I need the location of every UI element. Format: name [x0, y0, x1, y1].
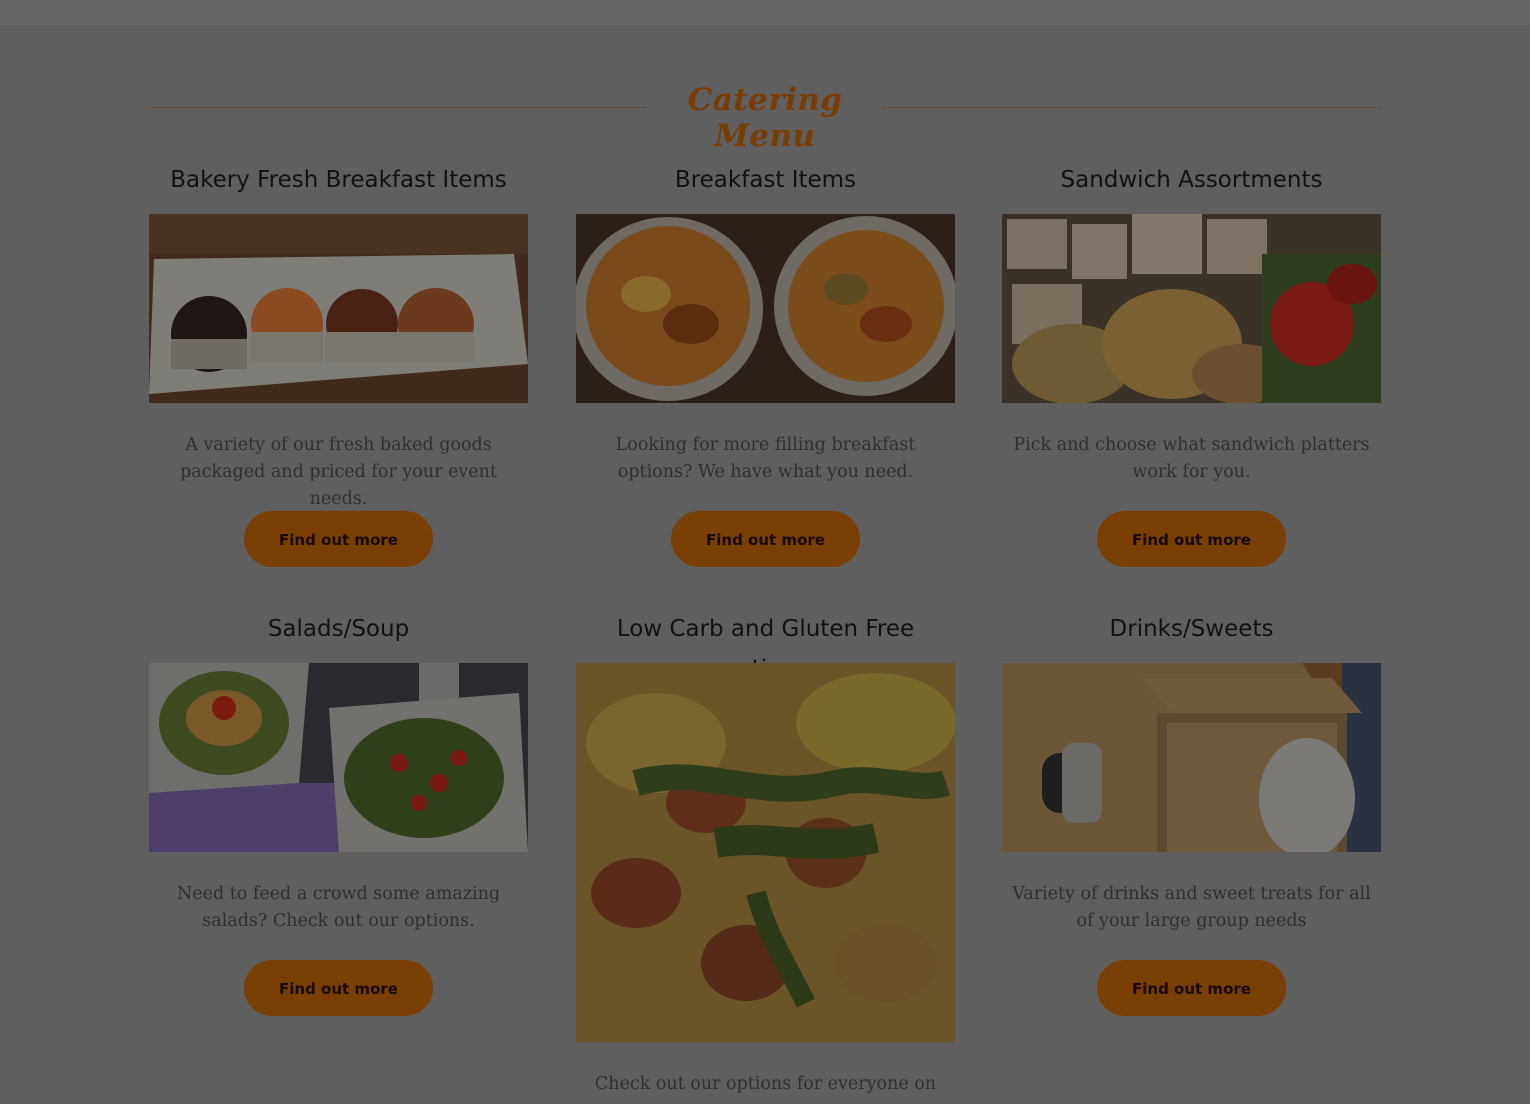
- sandwich-platter-photo: [1002, 214, 1381, 403]
- menu-card-salads: Salads/Soup Need to feed a crowd some am…: [149, 609, 528, 1016]
- menu-card-low-carb: Low Carb and Gluten Free options Check o…: [576, 609, 955, 1094]
- card-title: Low Carb and Gluten Free options: [616, 616, 915, 682]
- quiche-photo: [576, 214, 955, 403]
- card-title: Breakfast Items: [674, 167, 857, 193]
- card-title: Salads/Soup: [267, 616, 410, 642]
- find-out-more-button[interactable]: Find out more: [1097, 511, 1286, 567]
- card-title: Sandwich Assortments: [1060, 167, 1323, 193]
- card-description: Variety of drinks and sweet treats for a…: [1012, 884, 1371, 931]
- drink-box-photo: [1002, 663, 1381, 852]
- find-out-more-button[interactable]: Find out more: [1097, 960, 1286, 1016]
- menu-card-breakfast: Breakfast Items Looking for more filling…: [576, 160, 955, 567]
- card-description: A variety of our fresh baked goods packa…: [180, 435, 497, 509]
- find-out-more-button[interactable]: Find out more: [244, 960, 433, 1016]
- title-divider-left: [149, 107, 647, 108]
- menu-card-drinks: Drinks/Sweets Variety of drinks and swee…: [1002, 609, 1381, 1016]
- top-header-bar: [0, 0, 1530, 25]
- section-header: Catering Menu: [149, 80, 1381, 154]
- card-title: Drinks/Sweets: [1109, 616, 1274, 642]
- frittata-photo: [576, 663, 955, 1042]
- card-title: Bakery Fresh Breakfast Items: [170, 167, 507, 193]
- salads-photo: [149, 663, 528, 852]
- menu-card-sandwich: Sandwich Assortments Pick and choose wha…: [1002, 160, 1381, 567]
- section-title: Catering Menu: [687, 82, 843, 154]
- card-description: Pick and choose what sandwich platters w…: [1013, 435, 1370, 482]
- title-divider-right: [883, 107, 1381, 108]
- card-description: Need to feed a crowd some amazing salads…: [176, 884, 501, 931]
- find-out-more-button[interactable]: Find out more: [244, 511, 433, 567]
- card-description: Check out our options for everyone on: [594, 1074, 937, 1094]
- menu-card-bakery: Bakery Fresh Breakfast Items A variety o…: [149, 160, 528, 567]
- find-out-more-button[interactable]: Find out more: [671, 511, 860, 567]
- card-description: Looking for more filling breakfast optio…: [615, 435, 916, 482]
- muffins-photo: [149, 214, 528, 403]
